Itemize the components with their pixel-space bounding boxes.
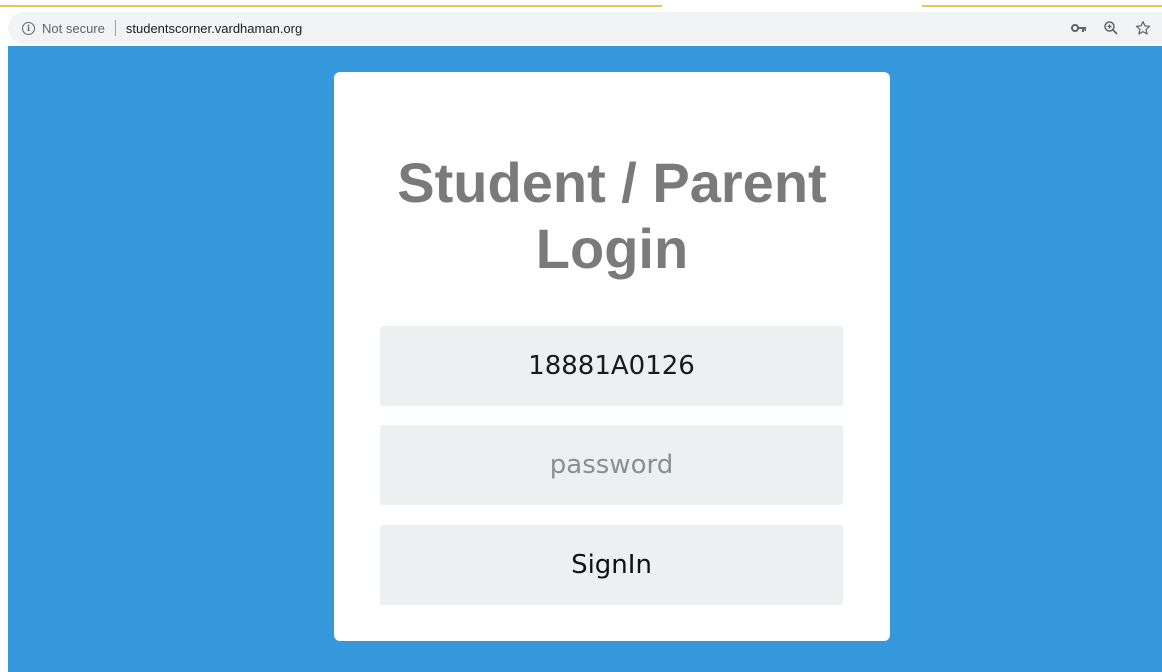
- tab-accent-line-right: [922, 5, 1162, 7]
- info-icon[interactable]: i: [22, 21, 35, 35]
- login-title-line1: Student / Parent: [397, 151, 827, 214]
- password-input[interactable]: [380, 425, 843, 505]
- address-bar-actions: [1070, 12, 1152, 44]
- url-text[interactable]: studentscorner.vardhaman.org: [126, 21, 302, 36]
- security-status[interactable]: Not secure: [42, 21, 105, 36]
- address-bar[interactable]: i Not secure studentscorner.vardhaman.or…: [8, 12, 1162, 44]
- username-input[interactable]: [380, 326, 843, 406]
- page-background: Student / Parent Login SignIn: [8, 46, 1162, 672]
- login-card: Student / Parent Login SignIn: [334, 72, 890, 641]
- address-divider: [114, 20, 116, 36]
- zoom-icon[interactable]: [1102, 19, 1120, 37]
- tab-accent-line-left: [0, 5, 662, 7]
- signin-button[interactable]: SignIn: [380, 525, 843, 605]
- login-title: Student / Parent Login: [334, 150, 890, 282]
- key-icon[interactable]: [1070, 19, 1088, 37]
- login-title-line2: Login: [535, 217, 689, 280]
- star-icon[interactable]: [1134, 19, 1152, 37]
